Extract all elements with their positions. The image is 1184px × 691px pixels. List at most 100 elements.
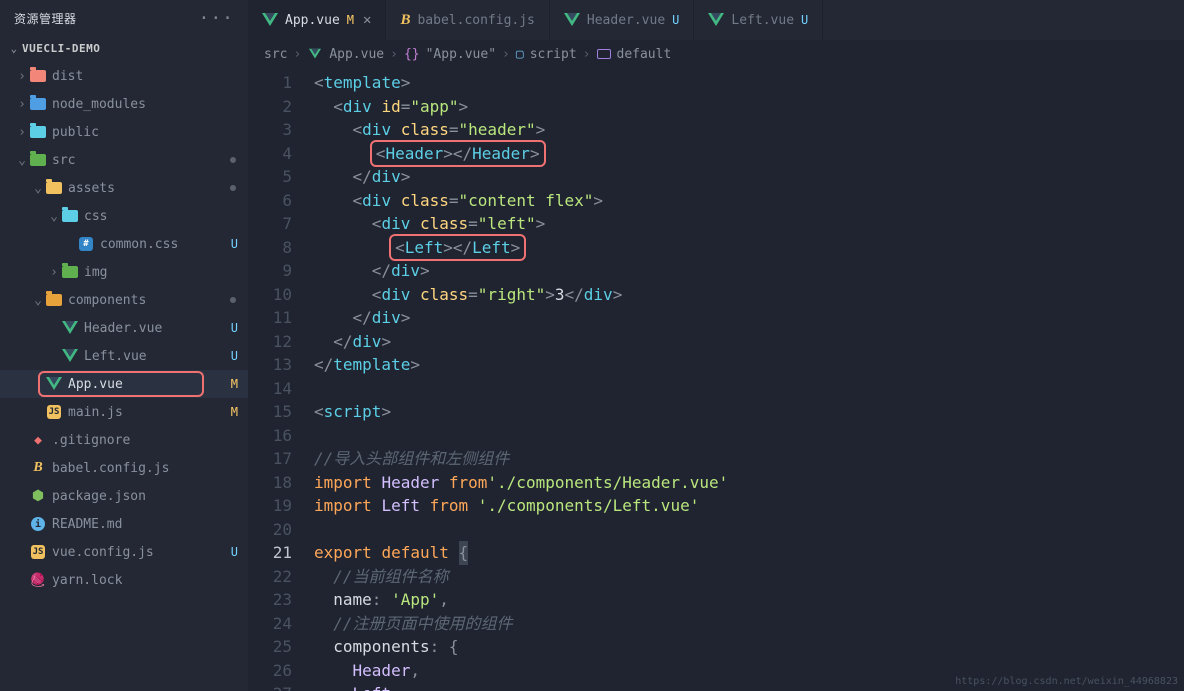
code-line[interactable]: </div> <box>314 165 1184 189</box>
folder-public[interactable]: › public <box>0 118 248 146</box>
file-tree: ›dist›node_modules›public⌄src⌄assets⌄css… <box>0 60 248 691</box>
file-label: dist <box>52 69 238 84</box>
file-label: public <box>52 125 238 140</box>
project-section[interactable]: ⌄ VUECLI-DEMO <box>0 36 248 60</box>
sidebar: 资源管理器 ··· ⌄ VUECLI-DEMO › dist ›node_modul… <box>0 0 248 691</box>
code-editor[interactable]: 1234567891011121314151617181920212223242… <box>248 68 1184 691</box>
breadcrumb[interactable]: src›App.vue›{}"App.vue"›▢script›default <box>248 40 1184 68</box>
code-line[interactable]: <div class="content flex"> <box>314 189 1184 213</box>
folder-components[interactable]: ⌄ components <box>0 286 248 314</box>
vue-icon <box>46 376 62 392</box>
code-line[interactable]: <Header></Header> <box>314 142 1184 166</box>
code-line[interactable]: <script> <box>314 400 1184 424</box>
file-label: assets <box>68 181 238 196</box>
git-status-badge: U <box>231 237 238 251</box>
file-header-vue[interactable]: Header.vueU <box>0 314 248 342</box>
code-line[interactable]: <Left></Left> <box>314 236 1184 260</box>
more-icon[interactable]: ··· <box>198 8 234 29</box>
tab-label: Left.vue <box>731 13 794 28</box>
line-numbers: 1234567891011121314151617181920212223242… <box>248 68 306 691</box>
vue-icon <box>62 348 78 364</box>
breadcrumb-separator: › <box>502 47 510 62</box>
file-vueconfig[interactable]: JSvue.config.jsU <box>0 538 248 566</box>
file-yarnlock[interactable]: 🧶yarn.lock <box>0 566 248 594</box>
chevron-icon: ⌄ <box>30 293 46 308</box>
code-line[interactable]: //当前组件名称 <box>314 565 1184 589</box>
code-content[interactable]: <template> <div id="app"> <div class="he… <box>306 68 1184 691</box>
git-icon: ◆ <box>30 432 46 448</box>
file-label: src <box>52 153 238 168</box>
code-line[interactable]: </template> <box>314 353 1184 377</box>
file-common-css[interactable]: #common.cssU <box>0 230 248 258</box>
tab-label: App.vue <box>285 13 340 28</box>
folder-node-modules[interactable]: ›node_modules <box>0 90 248 118</box>
file-label: components <box>68 293 238 308</box>
folder-assets[interactable]: ⌄ assets <box>0 174 248 202</box>
code-line[interactable]: </div> <box>314 259 1184 283</box>
default-icon <box>597 49 611 59</box>
code-line[interactable]: <div class="right">3</div> <box>314 283 1184 307</box>
file-package[interactable]: ⬢package.json <box>0 482 248 510</box>
file-left-vue[interactable]: Left.vue U <box>0 342 248 370</box>
chevron-icon: › <box>14 69 30 84</box>
folder-src[interactable]: ⌄src <box>0 146 248 174</box>
tab-status: M <box>347 13 354 27</box>
breadcrumb-item[interactable]: src <box>264 47 287 62</box>
babel-icon: B <box>400 12 410 29</box>
breadcrumb-item[interactable]: App.vue <box>329 47 384 62</box>
tab-status: U <box>672 13 679 27</box>
chevron-icon: › <box>14 125 30 140</box>
file-main-js[interactable]: JSmain.jsM <box>0 398 248 426</box>
folder-icon <box>46 292 62 308</box>
tab-header[interactable]: Header.vue U <box>550 0 695 40</box>
file-babel[interactable]: Bbabel.config.js <box>0 454 248 482</box>
code-line[interactable] <box>314 518 1184 542</box>
folder-icon <box>30 124 46 140</box>
code-line[interactable]: <div class="left"> <box>314 212 1184 236</box>
breadcrumb-separator: › <box>293 47 301 62</box>
code-line[interactable]: name: 'App', <box>314 588 1184 612</box>
explorer-title: 资源管理器 <box>14 10 198 27</box>
file-label: App.vue <box>68 377 227 392</box>
file-readme[interactable]: iREADME.md <box>0 510 248 538</box>
file-app-vue[interactable]: App.vueM <box>0 370 248 398</box>
code-line[interactable]: <div class="header"> <box>314 118 1184 142</box>
chevron-icon: ⌄ <box>30 181 46 196</box>
code-line[interactable]: import Left from './components/Left.vue' <box>314 494 1184 518</box>
tab-label: Header.vue <box>587 13 665 28</box>
code-line[interactable]: //注册页面中使用的组件 <box>314 612 1184 636</box>
close-icon[interactable]: ✕ <box>363 12 371 28</box>
file-label: Left.vue <box>84 349 227 364</box>
folder-img[interactable]: ›img <box>0 258 248 286</box>
tab-babel[interactable]: Bbabel.config.js <box>386 0 549 40</box>
project-name: VUECLI-DEMO <box>22 42 100 55</box>
code-line[interactable]: //导入头部组件和左侧组件 <box>314 447 1184 471</box>
breadcrumb-item[interactable]: script <box>530 47 577 62</box>
braces-icon: {} <box>404 47 420 62</box>
code-line[interactable] <box>314 424 1184 448</box>
code-line[interactable]: <div id="app"> <box>314 95 1184 119</box>
babel-icon: B <box>30 460 46 476</box>
file-gitignore[interactable]: ◆.gitignore <box>0 426 248 454</box>
tab-app-vue[interactable]: App.vue M ✕ <box>248 0 386 40</box>
code-line[interactable]: </div> <box>314 306 1184 330</box>
code-line[interactable]: import Header from'./components/Header.v… <box>314 471 1184 495</box>
code-line[interactable]: </div> <box>314 330 1184 354</box>
code-line[interactable]: components: { <box>314 635 1184 659</box>
breadcrumb-item[interactable]: default <box>617 47 672 62</box>
editor-area: App.vue M ✕ Bbabel.config.js Header.vue U Left… <box>248 0 1184 691</box>
git-status-badge: U <box>231 349 238 363</box>
file-label: package.json <box>52 489 238 504</box>
code-line[interactable]: export default { <box>314 541 1184 565</box>
tab-left[interactable]: Left.vueU <box>694 0 823 40</box>
vue-icon <box>262 13 278 27</box>
file-icon: JS <box>46 404 62 420</box>
code-line[interactable] <box>314 377 1184 401</box>
breadcrumb-item[interactable]: "App.vue" <box>426 47 496 62</box>
code-line[interactable]: <template> <box>314 71 1184 95</box>
vue-icon <box>708 13 724 27</box>
git-status-badge: U <box>231 545 238 559</box>
folder-css[interactable]: ⌄css <box>0 202 248 230</box>
file-label: img <box>84 265 238 280</box>
folder-dist[interactable]: › dist <box>0 62 248 90</box>
